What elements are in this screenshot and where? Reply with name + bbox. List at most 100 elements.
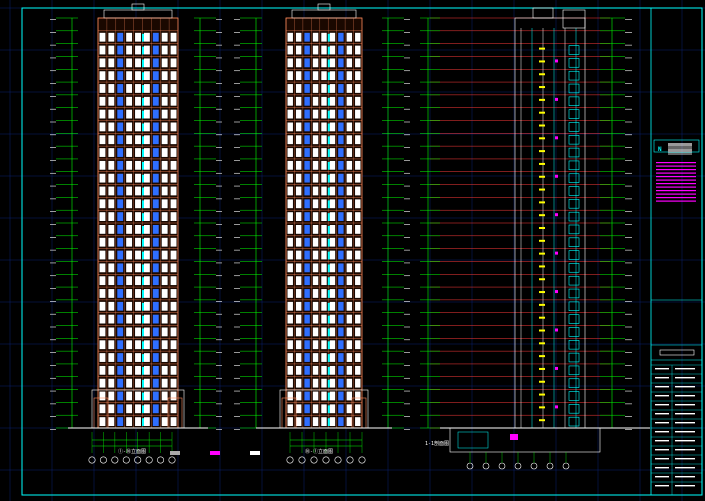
window <box>355 45 361 55</box>
title-row-text <box>675 413 695 415</box>
title-row-text <box>655 404 669 406</box>
window <box>287 237 293 247</box>
service-strip <box>327 238 330 247</box>
service-strip <box>142 59 144 68</box>
window <box>143 353 150 362</box>
title-block-logo: N <box>658 146 662 153</box>
window <box>321 32 327 42</box>
window <box>170 173 177 183</box>
window <box>338 148 344 157</box>
window <box>108 391 115 401</box>
section-room <box>568 391 580 401</box>
window <box>312 199 319 209</box>
window <box>338 199 344 209</box>
window <box>143 199 150 209</box>
window <box>329 417 336 426</box>
window <box>143 417 150 426</box>
window <box>304 391 310 401</box>
window <box>355 160 361 170</box>
window <box>152 135 159 145</box>
window <box>99 122 106 132</box>
elevation-drawing-1 <box>50 3 260 464</box>
window <box>161 109 168 119</box>
window <box>287 122 293 132</box>
window <box>287 58 293 68</box>
window <box>170 250 177 260</box>
company-text-line <box>668 144 692 145</box>
service-strip <box>327 174 330 183</box>
window <box>135 365 141 375</box>
window <box>355 186 361 196</box>
window <box>99 404 106 414</box>
window <box>152 45 159 55</box>
section-mark <box>555 251 558 255</box>
company-text-line <box>668 153 692 155</box>
cad-drawing-canvas[interactable] <box>0 0 705 501</box>
axis-bubble <box>134 456 142 464</box>
window <box>295 71 302 81</box>
window <box>287 353 293 362</box>
window <box>99 71 106 81</box>
window <box>161 148 168 157</box>
section-slab-mark <box>539 86 545 89</box>
service-strip <box>142 97 144 106</box>
window <box>304 353 310 362</box>
service-strip <box>142 328 144 337</box>
window <box>117 96 124 106</box>
window <box>99 45 106 55</box>
window <box>312 378 319 388</box>
window <box>108 276 115 286</box>
window <box>135 71 141 81</box>
window <box>170 391 177 401</box>
window <box>143 84 150 93</box>
window <box>312 365 319 375</box>
title-row-text <box>655 368 669 370</box>
service-strip <box>327 354 330 362</box>
window <box>108 404 115 414</box>
notes-text-line <box>656 190 696 192</box>
service-strip <box>142 110 144 119</box>
window <box>321 58 327 68</box>
window <box>117 71 124 81</box>
window <box>346 84 353 93</box>
section-mark <box>555 405 558 409</box>
window <box>152 160 159 170</box>
service-strip <box>327 277 330 286</box>
window <box>321 237 327 247</box>
window <box>312 353 319 362</box>
service-strip <box>327 85 330 93</box>
window <box>161 96 168 106</box>
window <box>135 289 141 298</box>
section-slab-mark <box>539 124 545 127</box>
window <box>338 173 344 183</box>
section-slab-mark <box>539 329 545 332</box>
window <box>99 237 106 247</box>
section-room <box>568 173 580 183</box>
window <box>346 199 353 209</box>
window <box>346 365 353 375</box>
window <box>321 250 327 260</box>
window <box>312 122 319 132</box>
window <box>117 58 124 68</box>
window <box>152 96 159 106</box>
axis-bubble <box>562 462 570 470</box>
window <box>143 122 150 132</box>
company-text-line <box>668 146 692 148</box>
window <box>170 58 177 68</box>
notes-text-line <box>656 200 696 202</box>
window <box>99 160 106 170</box>
window <box>312 32 319 42</box>
company-text-line <box>668 145 692 146</box>
service-strip <box>327 33 330 42</box>
window <box>338 32 344 42</box>
window <box>135 391 141 401</box>
window <box>355 404 361 414</box>
window <box>161 340 168 350</box>
window <box>312 314 319 324</box>
window <box>99 353 106 362</box>
basement-outline <box>449 427 601 453</box>
window <box>355 263 361 273</box>
window <box>338 263 344 273</box>
window <box>143 365 150 375</box>
section-room <box>568 186 580 196</box>
